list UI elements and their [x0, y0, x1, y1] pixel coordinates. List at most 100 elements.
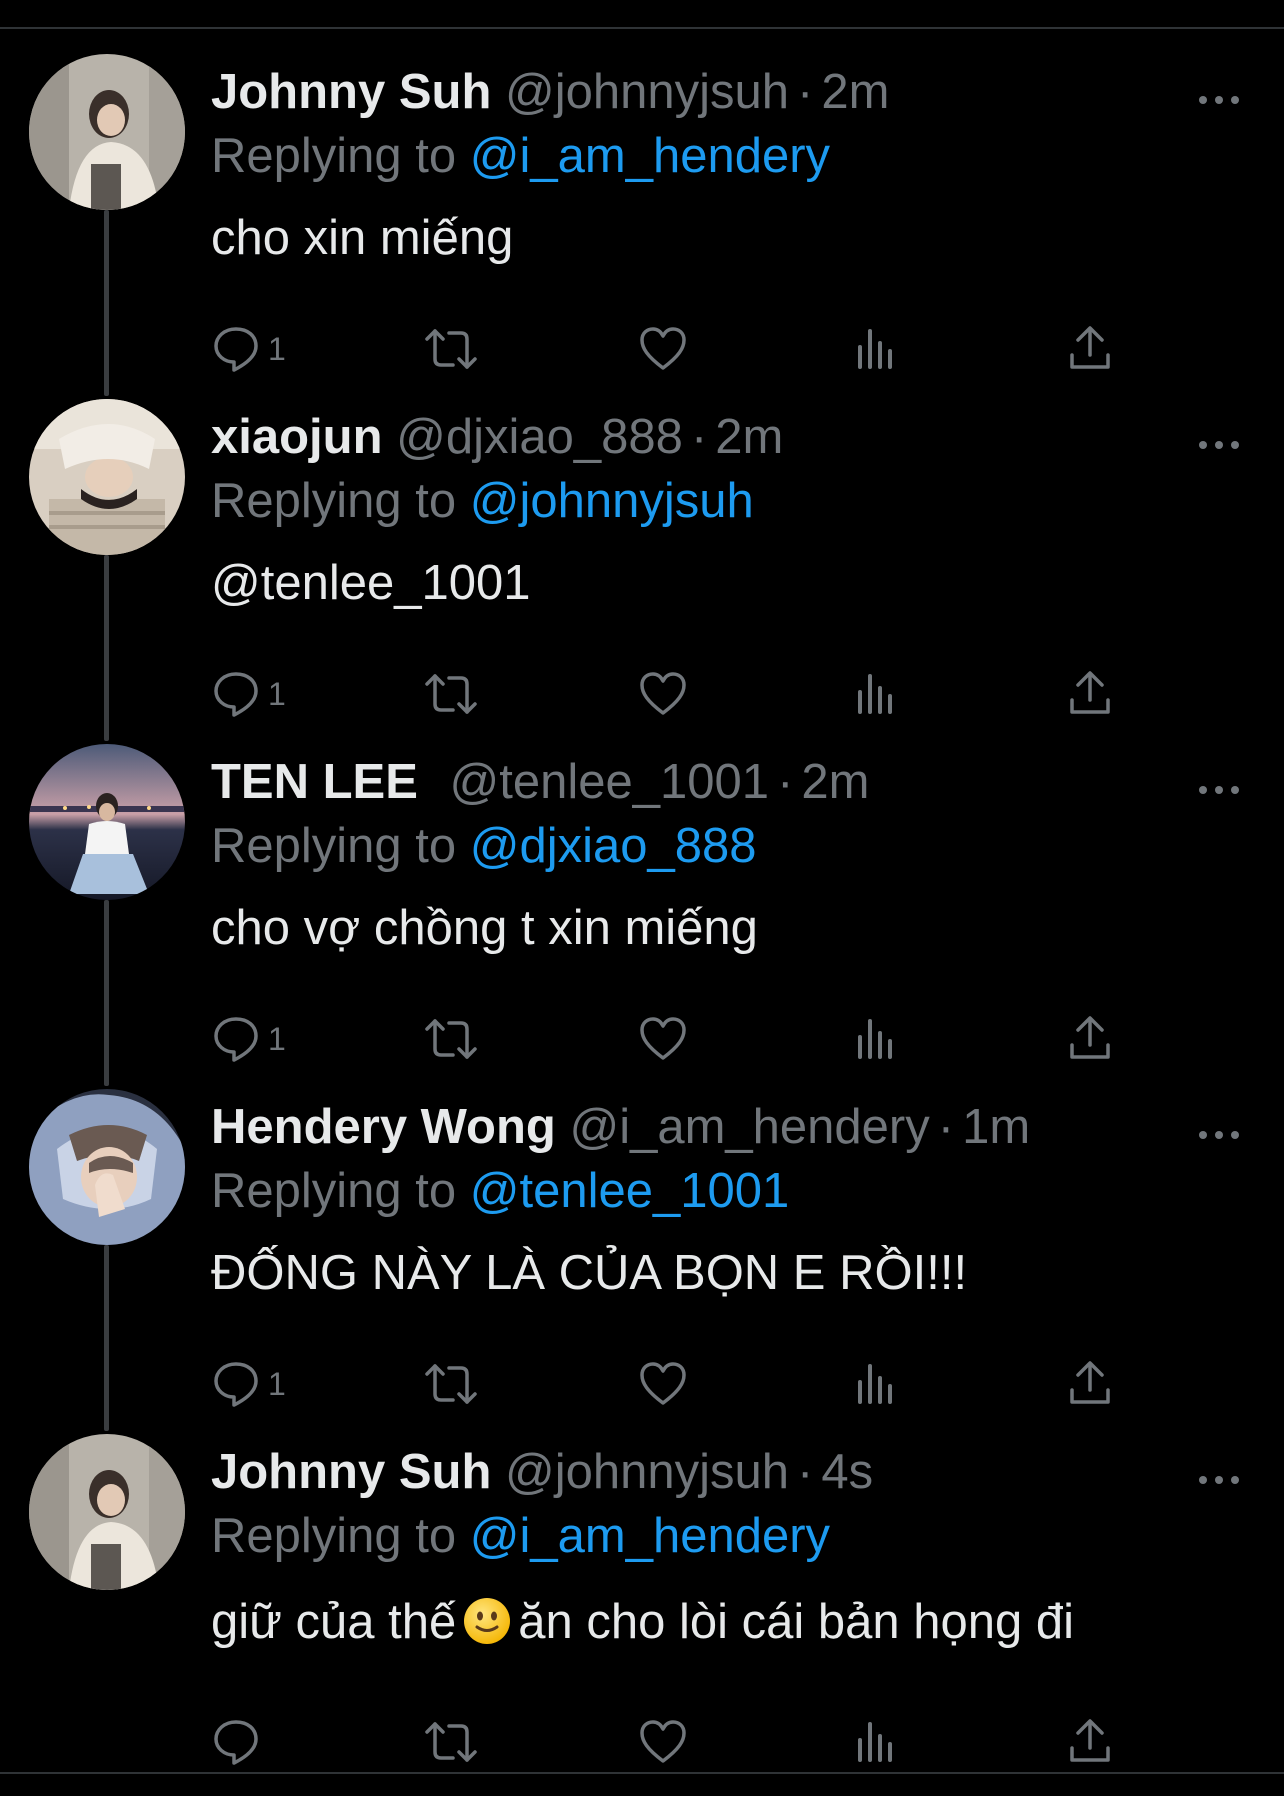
reply-icon: [214, 1720, 258, 1765]
avatar[interactable]: [29, 1434, 185, 1590]
tweet-text: cho xin miếng: [211, 211, 514, 265]
timestamp[interactable]: 2m: [715, 410, 783, 464]
timestamp[interactable]: 2m: [801, 755, 869, 809]
tweet-header: xiaojun @djxiao_888 · 2m: [211, 407, 783, 467]
share-button[interactable]: [1064, 1358, 1124, 1410]
view-stats-button[interactable]: [850, 323, 910, 375]
reply-button[interactable]: 1: [210, 668, 330, 720]
like-button[interactable]: [637, 1013, 697, 1065]
tweet-text: ĐỐNG NÀY LÀ CỦA BỌN E RỒI!!!: [211, 1246, 968, 1300]
display-name[interactable]: xiaojun: [211, 410, 383, 464]
tweet[interactable]: Hendery Wong @i_am_hendery · 1m Replying t…: [0, 1065, 1284, 1410]
user-handle[interactable]: @djxiao_888: [396, 410, 683, 464]
avatar[interactable]: [29, 744, 185, 900]
tweet-text-mention[interactable]: @tenlee_1001: [211, 551, 531, 615]
tweet-actions: 1: [210, 668, 1150, 720]
reply-icon: [214, 327, 258, 372]
heart-icon: [640, 327, 686, 370]
tweet-actions: [210, 1716, 1150, 1768]
separator-dot: ·: [797, 1445, 814, 1499]
user-handle[interactable]: @johnnyjsuh: [505, 65, 789, 119]
retweet-button[interactable]: [423, 323, 483, 375]
share-icon: [1070, 326, 1110, 369]
view-stats-button[interactable]: [850, 1358, 910, 1410]
like-button[interactable]: [637, 1358, 697, 1410]
tweet-header: Johnny Suh @johnnyjsuh · 2m: [211, 62, 889, 122]
more-options-icon[interactable]: [1195, 88, 1243, 112]
replying-to-mention[interactable]: @tenlee_1001: [470, 1164, 790, 1218]
avatar[interactable]: [29, 54, 185, 210]
thread-screen: Johnny Suh @johnnyjsuh · 2m Replying to @i…: [0, 0, 1284, 1796]
view-stats-button[interactable]: [850, 1013, 910, 1065]
user-handle[interactable]: @johnnyjsuh: [505, 1445, 789, 1499]
tweet-actions: 1: [210, 1013, 1150, 1065]
tweet[interactable]: Johnny Suh @johnnyjsuh · 4s Replying to @i…: [0, 1410, 1284, 1772]
more-options-icon[interactable]: [1195, 778, 1243, 802]
more-options-icon[interactable]: [1195, 433, 1243, 457]
display-name[interactable]: TEN LEE: [211, 755, 418, 809]
tweet-text: cho vợ chồng t xin miếng: [211, 901, 758, 955]
separator-dot: ·: [797, 65, 814, 119]
tweet-text: giữ của thế ăn cho lòi cái bản họng đi: [211, 1590, 1074, 1654]
separator-dot: ·: [777, 755, 794, 809]
replying-to-mention[interactable]: @johnnyjsuh: [470, 474, 754, 528]
reply-count: 1: [268, 1366, 286, 1402]
bottom-divider: [0, 1772, 1284, 1774]
avatar-xiaojun-image: [29, 399, 185, 555]
tweet[interactable]: TEN LEE @tenlee_1001 · 2m Replying to @djx…: [0, 720, 1284, 1065]
reply-button[interactable]: 1: [210, 1013, 330, 1065]
reply-button[interactable]: 1: [210, 323, 330, 375]
retweet-button[interactable]: [423, 1716, 483, 1768]
tweet[interactable]: Johnny Suh @johnnyjsuh · 2m Replying to @i…: [0, 30, 1284, 375]
replying-to-label: Replying to: [211, 129, 457, 183]
analytics-icon: [858, 1019, 892, 1059]
timestamp[interactable]: 4s: [821, 1445, 873, 1499]
timestamp[interactable]: 2m: [821, 65, 889, 119]
share-button[interactable]: [1064, 668, 1124, 720]
replying-to-mention[interactable]: @djxiao_888: [470, 819, 757, 873]
avatar-ten-image: [29, 744, 185, 900]
tweet[interactable]: xiaojun @djxiao_888 · 2m Replying to @john…: [0, 375, 1284, 720]
avatar[interactable]: [29, 1089, 185, 1245]
share-icon: [1070, 671, 1110, 714]
display-name[interactable]: Johnny Suh: [211, 1445, 491, 1499]
share-button[interactable]: [1064, 1013, 1124, 1065]
replying-to-mention[interactable]: @i_am_hendery: [470, 1509, 830, 1563]
view-stats-button[interactable]: [850, 668, 910, 720]
like-button[interactable]: [637, 323, 697, 375]
slightly-smiling-face-emoji: [464, 1598, 511, 1644]
display-name[interactable]: Johnny Suh: [211, 65, 491, 119]
timestamp[interactable]: 1m: [962, 1100, 1030, 1154]
user-handle[interactable]: @tenlee_1001: [450, 755, 770, 809]
like-button[interactable]: [637, 1716, 697, 1768]
replying-to: Replying to @tenlee_1001: [211, 1161, 789, 1221]
retweet-button[interactable]: [423, 1358, 483, 1410]
tweet-text-part: giữ của thế: [211, 1595, 457, 1649]
retweet-button[interactable]: [423, 668, 483, 720]
heart-icon: [640, 1017, 686, 1060]
share-icon: [1070, 1361, 1110, 1404]
more-options-icon[interactable]: [1195, 1468, 1243, 1492]
more-options-icon[interactable]: [1195, 1123, 1243, 1147]
separator-dot: ·: [690, 410, 708, 464]
replying-to-mention[interactable]: @i_am_hendery: [470, 129, 830, 183]
user-handle[interactable]: @i_am_hendery: [569, 1100, 929, 1154]
heart-icon: [640, 1362, 686, 1405]
reply-button[interactable]: [210, 1716, 330, 1768]
replying-to-label: Replying to: [211, 819, 457, 873]
reply-count: 1: [268, 331, 286, 367]
share-button[interactable]: [1064, 323, 1124, 375]
share-button[interactable]: [1064, 1716, 1124, 1768]
view-stats-button[interactable]: [850, 1716, 910, 1768]
share-icon: [1070, 1719, 1110, 1762]
replying-to: Replying to @i_am_hendery: [211, 1506, 830, 1566]
avatar-johnny-image: [29, 54, 185, 210]
analytics-icon: [858, 1722, 892, 1762]
retweet-button[interactable]: [423, 1013, 483, 1065]
avatar[interactable]: [29, 399, 185, 555]
like-button[interactable]: [637, 668, 697, 720]
retweet-icon: [425, 329, 477, 369]
display-name[interactable]: Hendery Wong: [211, 1100, 556, 1154]
analytics-icon: [858, 1364, 892, 1404]
reply-button[interactable]: 1: [210, 1358, 330, 1410]
